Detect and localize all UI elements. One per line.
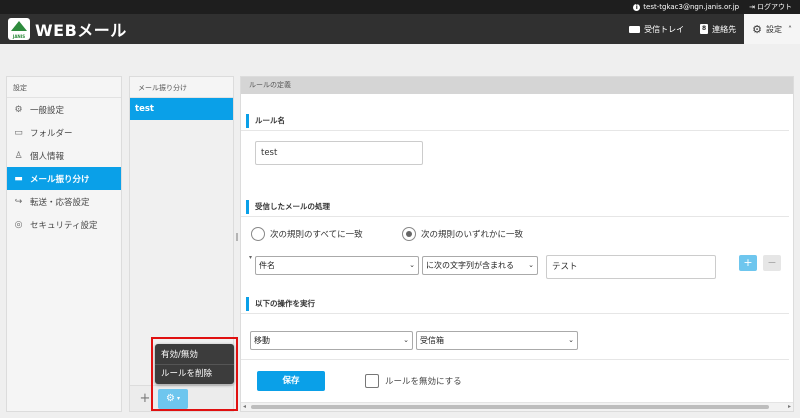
sidebar-item-label: 個人情報 xyxy=(30,151,65,162)
chevron-down-icon: ⌄ xyxy=(568,336,574,344)
match-all-label: 次の規則のすべてに一致 xyxy=(270,230,363,240)
incoming-label: 受信したメールの処理 xyxy=(246,200,330,214)
forward-icon: ↪ xyxy=(14,196,23,207)
save-button[interactable]: 保存 xyxy=(257,371,325,391)
nav-contacts[interactable]: 8 連絡先 xyxy=(692,14,744,44)
add-rule-button[interactable]: + xyxy=(138,391,152,406)
nav-settings[interactable]: ⚙ 設定 ˄ xyxy=(744,14,800,44)
nav-contacts-label: 連絡先 xyxy=(712,24,737,34)
account-info: i test-tgkac3@ngn.janis.or.jp xyxy=(633,3,739,11)
match-any-label: 次の規則のいずれかに一致 xyxy=(421,230,524,240)
app-logo[interactable]: JANIS WEBメール xyxy=(8,17,127,41)
folder-filled-icon: ▬ xyxy=(14,173,23,184)
top-bar: i test-tgkac3@ngn.janis.or.jp ⇥ ログアウト xyxy=(0,0,800,14)
chevron-down-icon: ⌄ xyxy=(528,261,534,269)
remove-criteria-button[interactable]: − xyxy=(763,255,781,271)
sidebar-item-security[interactable]: ◎ セキュリティ設定 xyxy=(7,213,121,236)
rule-list-heading: メール振り分け xyxy=(130,77,233,98)
contacts-icon: 8 xyxy=(700,24,709,34)
checkbox-unchecked-icon xyxy=(365,374,379,388)
radio-off-icon xyxy=(251,227,265,241)
logout-label: ログアウト xyxy=(757,3,792,11)
chevron-up-icon: ˄ xyxy=(788,24,792,34)
sidebar-item-identity[interactable]: ♙ 個人情報 xyxy=(7,144,121,167)
radio-on-icon xyxy=(402,227,416,241)
sidebar-item-folders[interactable]: ▭ フォルダー xyxy=(7,121,121,144)
scroll-left-icon[interactable]: ◂ xyxy=(243,403,246,410)
settings-sidebar: 設定 ⚙ 一般設定 ▭ フォルダー ♙ 個人情報 ▬ メール振り分け ↪ 転送・… xyxy=(6,76,122,412)
nav-inbox-label: 受信トレイ xyxy=(644,24,685,34)
scrollbar-thumb[interactable] xyxy=(251,405,769,409)
criteria-field-select[interactable]: 件名 ⌄ xyxy=(255,256,419,275)
disable-rule-checkbox[interactable]: ルールを無効にする xyxy=(365,374,462,388)
divider xyxy=(241,359,789,360)
security-icon: ◎ xyxy=(14,219,23,230)
criteria-operator-value: に次の文字列が含まれる xyxy=(426,261,514,270)
drag-handle-icon[interactable]: ▾ xyxy=(249,254,252,261)
target-folder-select[interactable]: 受信箱 ⌄ xyxy=(416,331,578,350)
nav-settings-label: 設定 xyxy=(766,24,782,34)
action-select[interactable]: 移動 ⌄ xyxy=(250,331,413,350)
chevron-down-icon: ⌄ xyxy=(409,261,415,269)
actions-section: 以下の操作を実行 xyxy=(246,297,315,311)
rule-name-input[interactable]: test xyxy=(255,141,423,165)
match-any-radio[interactable]: 次の規則のいずれかに一致 xyxy=(402,227,523,241)
sidebar-item-forwarding[interactable]: ↪ 転送・応答設定 xyxy=(7,190,121,213)
chevron-down-icon: ⌄ xyxy=(403,336,409,344)
logout-link[interactable]: ⇥ ログアウト xyxy=(749,2,792,12)
app-header: JANIS WEBメール 受信トレイ 8 連絡先 ⚙ 設定 ˄ xyxy=(0,14,800,44)
scroll-right-icon[interactable]: ▸ xyxy=(788,403,791,410)
horizontal-scrollbar[interactable]: ◂ ▸ xyxy=(241,402,793,411)
sidebar-item-label: メール振り分け xyxy=(30,174,90,185)
incoming-section: 受信したメールの処理 xyxy=(246,200,330,214)
actions-label: 以下の操作を実行 xyxy=(246,297,315,311)
divider xyxy=(241,313,789,314)
divider xyxy=(241,216,789,217)
sidebar-item-label: フォルダー xyxy=(30,128,73,139)
sidebar-item-label: セキュリティ設定 xyxy=(30,220,98,231)
rule-name-label: ルール名 xyxy=(246,114,285,128)
add-criteria-button[interactable]: + xyxy=(739,255,757,271)
sidebar-item-label: 一般設定 xyxy=(30,105,65,116)
panel-title: ルールの定義 xyxy=(241,77,793,94)
action-value: 移動 xyxy=(254,336,270,345)
info-icon: i xyxy=(633,3,641,11)
target-folder-value: 受信箱 xyxy=(420,336,444,345)
sidebar-item-general[interactable]: ⚙ 一般設定 xyxy=(7,98,121,121)
rule-definition-panel: ルールの定義 ルール名 test 受信したメールの処理 次の規則のすべてに一致 … xyxy=(240,76,794,412)
app-title: WEBメール xyxy=(35,21,127,40)
sidebar-heading: 設定 xyxy=(7,77,121,98)
criteria-field-value: 件名 xyxy=(259,261,275,270)
match-all-radio[interactable]: 次の規則のすべてに一致 xyxy=(251,227,363,241)
account-email: test-tgkac3@ngn.janis.or.jp xyxy=(643,3,740,11)
sidebar-item-filters[interactable]: ▬ メール振り分け xyxy=(7,167,121,190)
folder-icon: ▭ xyxy=(14,127,23,138)
gear-icon: ⚙ xyxy=(14,104,23,115)
header-nav: 受信トレイ 8 連絡先 ⚙ 設定 ˄ xyxy=(621,14,800,44)
highlight-annotation xyxy=(151,337,238,411)
logo-badge-icon: JANIS xyxy=(8,18,30,40)
sidebar-item-label: 転送・応答設定 xyxy=(30,197,90,208)
gear-icon: ⚙ xyxy=(752,22,762,36)
rule-name-section: ルール名 xyxy=(246,114,285,128)
nav-inbox[interactable]: 受信トレイ xyxy=(621,14,692,44)
rule-list-item[interactable]: test xyxy=(130,98,233,120)
person-icon: ♙ xyxy=(14,150,23,161)
logout-icon: ⇥ xyxy=(749,3,755,11)
divider xyxy=(241,130,789,131)
disable-rule-label: ルールを無効にする xyxy=(385,377,462,387)
criteria-value-input[interactable]: テスト xyxy=(546,255,716,279)
criteria-operator-select[interactable]: に次の文字列が含まれる ⌄ xyxy=(422,256,538,275)
inbox-icon xyxy=(629,25,641,33)
